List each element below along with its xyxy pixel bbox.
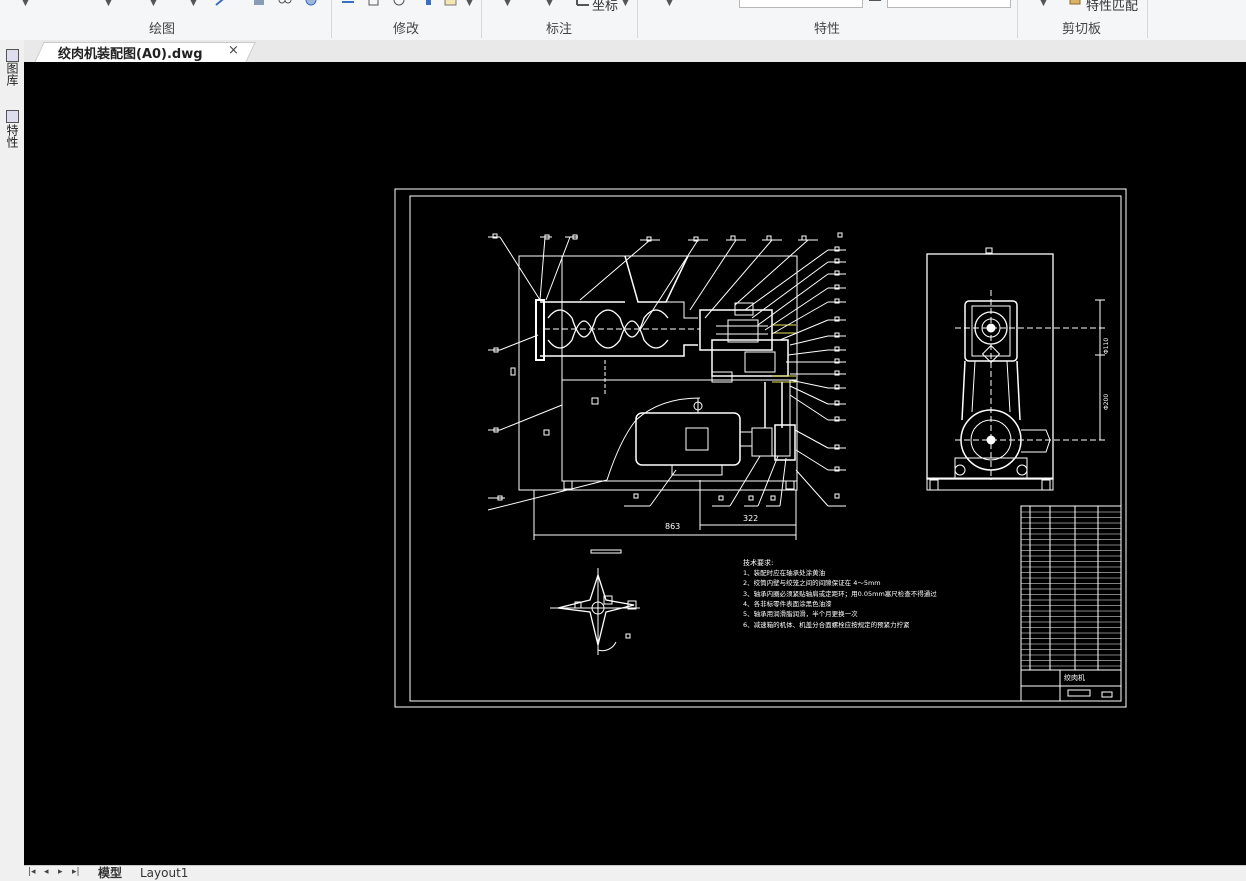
palette-library[interactable]: 图库 <box>4 62 21 86</box>
side-view <box>926 247 1105 491</box>
close-icon[interactable]: × <box>228 43 239 58</box>
group-label-dimension: 标注 <box>546 22 573 37</box>
tech-title: 技术要求: <box>743 558 773 567</box>
dropdown-caret[interactable]: ▼ <box>666 0 673 8</box>
title-block-name: 绞肉机 <box>1064 673 1085 682</box>
dropdown-caret[interactable]: ▼ <box>1040 0 1047 8</box>
dropdown-caret[interactable]: ▼ <box>190 0 197 8</box>
parts-list-rows <box>1021 511 1121 667</box>
array-tool-icon[interactable] <box>418 0 432 6</box>
document-tab-title[interactable]: 绞肉机装配图(A0).dwg <box>58 43 203 62</box>
tech-note: 5、轴承用润滑脂润滑，半个月更换一次 <box>743 609 858 618</box>
edit-tool-icon[interactable] <box>444 0 458 6</box>
dropdown-caret[interactable]: ▼ <box>546 0 553 8</box>
group-separator <box>637 0 638 38</box>
palette-properties[interactable]: 特性 <box>4 124 21 148</box>
leader-lines-left <box>487 233 608 511</box>
match-properties-icon[interactable] <box>1068 0 1082 6</box>
color-combo[interactable] <box>739 0 863 8</box>
dropdown-caret[interactable]: ▼ <box>22 0 29 8</box>
tab-layout1[interactable]: Layout1 <box>140 866 188 880</box>
linetype-icon <box>869 0 881 1</box>
nav-next-icon[interactable]: ▸ <box>58 867 63 877</box>
stretch-tool-icon[interactable] <box>341 0 355 6</box>
front-view <box>510 255 798 491</box>
layout-tab-bar: |◂ ◂ ▸ ▸| 模型 Layout1 <box>24 864 1246 881</box>
side-dimension-top: Φ110 <box>1103 338 1110 354</box>
rotate-tool-icon[interactable] <box>392 0 406 6</box>
tab-model[interactable]: 模型 <box>98 864 122 881</box>
hatch-tool-icon[interactable] <box>252 0 266 6</box>
dropdown-caret[interactable]: ▼ <box>622 0 629 8</box>
copy-tool-icon[interactable] <box>367 0 381 6</box>
dropdown-caret[interactable]: ▼ <box>105 0 112 8</box>
ribbon: ▼ ▼ ▼ ▼ 绘图 ▼ 修改 ▼ ▼ 坐标 ▼ 标注 ▼ 特性 ▼ 特性匹配 … <box>0 0 1246 41</box>
region-tool-icon[interactable] <box>304 0 318 6</box>
dimension-text-right: 322 <box>743 514 758 523</box>
nav-first-icon[interactable]: |◂ <box>28 867 36 877</box>
nav-prev-icon[interactable]: ◂ <box>44 867 49 877</box>
detail-view <box>550 549 640 655</box>
group-separator <box>1017 0 1018 38</box>
dropdown-caret[interactable]: ▼ <box>150 0 157 8</box>
side-dimension-mid: Φ200 <box>1103 394 1110 410</box>
technical-requirements: 技术要求: 1、装配时应在轴承处涂黄油 2、绞筒内壁与绞笼之间的间隙保证在 4～… <box>743 558 937 629</box>
nav-last-icon[interactable]: ▸| <box>72 867 80 877</box>
left-palette-bar: 图库 特性 <box>0 40 25 877</box>
group-separator <box>1147 0 1148 38</box>
dropdown-caret[interactable]: ▼ <box>504 0 511 8</box>
coordinate-icon[interactable] <box>576 0 590 6</box>
line-tool-icon[interactable] <box>215 0 229 6</box>
document-tab-bar: 绞肉机装配图(A0).dwg × <box>24 40 1246 63</box>
drawing-svg[interactable]: 863 322 Φ110 Φ200 技术要求: 1、装配时应在轴承处涂黄油 2、… <box>24 62 1246 865</box>
coordinate-button[interactable]: 坐标 <box>592 0 618 14</box>
tech-note: 3、轴承内圈必须紧贴轴肩或定距环；用0.05mm塞尺检查不得通过 <box>743 589 937 598</box>
leader-lines-right <box>744 232 846 507</box>
match-properties-button[interactable]: 特性匹配 <box>1086 0 1138 14</box>
dimension-text-total: 863 <box>665 522 680 531</box>
tech-note: 2、绞筒内壁与绞笼之间的间隙保证在 4～5mm <box>743 578 881 587</box>
group-separator <box>481 0 482 38</box>
title-block <box>1020 505 1122 702</box>
group-label-modify: 修改 <box>393 22 420 37</box>
points-tool-icon[interactable] <box>278 0 292 6</box>
drawing-canvas[interactable]: 863 322 Φ110 Φ200 技术要求: 1、装配时应在轴承处涂黄油 2、… <box>24 62 1246 865</box>
tech-note: 1、装配时应在轴承处涂黄油 <box>743 568 825 577</box>
library-icon[interactable] <box>6 49 19 62</box>
tech-note: 6、减速箱的机体、机盖分合面螺栓应按规定的预紧力拧紧 <box>743 620 910 629</box>
properties-icon[interactable] <box>6 110 19 123</box>
linetype-combo[interactable] <box>887 0 1011 8</box>
group-separator <box>331 0 332 38</box>
sheet-border <box>394 188 1127 708</box>
group-label-draw: 绘图 <box>149 22 176 37</box>
dropdown-caret[interactable]: ▼ <box>466 0 473 8</box>
tech-note: 4、各非标零件表面涂黑色油漆 <box>743 599 832 608</box>
group-label-properties: 特性 <box>814 22 841 37</box>
group-label-clipboard: 剪切板 <box>1062 22 1102 37</box>
